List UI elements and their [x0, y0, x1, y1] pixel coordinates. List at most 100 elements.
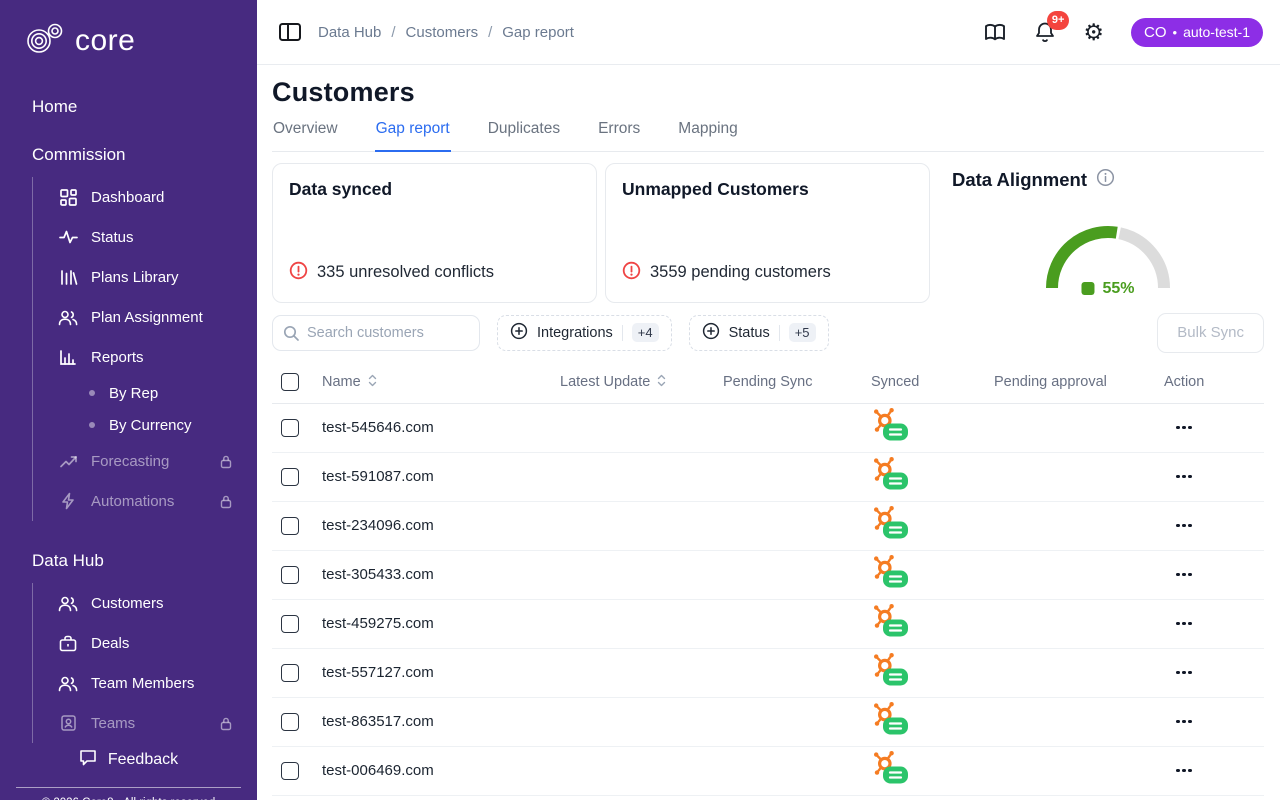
breadcrumb-data-hub[interactable]: Data Hub — [318, 24, 381, 41]
stats-row: Data synced 335 unresolved conflicts — [272, 163, 1264, 303]
sidebar-toggle-button[interactable] — [278, 21, 302, 43]
sidebar-item-by-currency[interactable]: By Currency — [33, 409, 243, 441]
sidebar-item-dashboard[interactable]: Dashboard — [33, 177, 243, 217]
table-row[interactable]: test-557127.com — [272, 649, 1264, 698]
synced-cell — [871, 652, 994, 693]
status-filter-chip[interactable]: Status +5 — [689, 315, 829, 351]
alert-text: 335 unresolved conflicts — [317, 263, 494, 282]
sidebar-item-label: Automations — [91, 493, 174, 510]
notifications-bell-icon[interactable]: 9+ — [1034, 21, 1056, 44]
table-row[interactable]: test-863517.com — [272, 698, 1264, 747]
notification-count-badge: 9+ — [1047, 11, 1070, 30]
alert-circle-icon — [622, 261, 641, 285]
customers-icon — [58, 595, 78, 612]
row-actions-button[interactable] — [1170, 468, 1198, 486]
row-actions-button[interactable] — [1170, 566, 1198, 584]
lock-icon — [219, 454, 233, 469]
sidebar-item-by-rep[interactable]: By Rep — [33, 377, 243, 409]
sidebar-item-customers[interactable]: Customers — [33, 583, 243, 623]
row-checkbox[interactable] — [281, 566, 299, 584]
topbar: Data Hub / Customers / Gap report — [257, 0, 1280, 65]
sidebar-item-label: Team Members — [91, 675, 194, 692]
topbar-actions: 9+ ⚙ CO • auto-test-1 — [983, 18, 1263, 47]
row-checkbox[interactable] — [281, 762, 299, 780]
hubspot-synced-icon — [871, 456, 911, 497]
sidebar-item-team-members[interactable]: Team Members — [33, 663, 243, 703]
integrations-filter-chip[interactable]: Integrations +4 — [497, 315, 672, 351]
table-row[interactable] — [272, 796, 1264, 801]
plus-circle-icon — [510, 322, 528, 344]
sidebar-item-plans-library[interactable]: Plans Library — [33, 257, 243, 297]
breadcrumb-customers[interactable]: Customers — [406, 24, 479, 41]
tab-errors[interactable]: Errors — [597, 120, 641, 151]
select-all-checkbox[interactable] — [281, 373, 299, 391]
docs-book-icon[interactable] — [983, 22, 1007, 43]
settings-gear-icon[interactable]: ⚙ — [1083, 21, 1104, 44]
row-actions-button[interactable] — [1170, 615, 1198, 633]
info-icon[interactable] — [1096, 168, 1115, 192]
sidebar-item-reports[interactable]: Reports — [33, 337, 243, 377]
tab-mapping[interactable]: Mapping — [677, 120, 738, 151]
sidebar-item-automations[interactable]: Automations — [33, 481, 243, 521]
row-checkbox[interactable] — [281, 615, 299, 633]
row-checkbox[interactable] — [281, 419, 299, 437]
feedback-button[interactable]: Feedback — [0, 743, 257, 777]
row-checkbox[interactable] — [281, 713, 299, 731]
bulk-sync-button[interactable]: Bulk Sync — [1157, 313, 1264, 353]
table-row[interactable]: test-234096.com — [272, 502, 1264, 551]
sort-icon — [366, 373, 379, 392]
table-row[interactable]: test-591087.com — [272, 453, 1264, 502]
sidebar-item-home[interactable]: Home — [32, 97, 243, 117]
core-logo[interactable]: core — [0, 20, 257, 61]
customer-name: test-305433.com — [322, 566, 560, 583]
sidebar-item-forecasting[interactable]: Forecasting — [33, 441, 243, 481]
tab-overview[interactable]: Overview — [272, 120, 339, 151]
sidebar-item-label: Customers — [91, 595, 164, 612]
column-header-action: Action — [1164, 374, 1264, 390]
core-logo-icon — [24, 20, 66, 61]
synced-cell — [871, 505, 994, 546]
search-box — [272, 315, 480, 351]
column-header-name[interactable]: Name — [322, 373, 560, 392]
data-alignment-gauge: 55% — [1028, 204, 1188, 299]
row-checkbox[interactable] — [281, 517, 299, 535]
row-checkbox[interactable] — [281, 468, 299, 486]
sidebar-section-data-hub[interactable]: Data Hub — [32, 551, 243, 571]
bullet-icon — [89, 390, 95, 396]
sidebar-item-teams[interactable]: Teams — [33, 703, 243, 743]
search-icon — [282, 324, 300, 347]
sidebar-section-commission[interactable]: Commission — [32, 145, 243, 165]
synced-cell — [871, 750, 994, 791]
tab-duplicates[interactable]: Duplicates — [487, 120, 561, 151]
account-badge[interactable]: CO • auto-test-1 — [1131, 18, 1263, 47]
sidebar-item-plan-assignment[interactable]: Plan Assignment — [33, 297, 243, 337]
sidebar-item-label: Forecasting — [91, 453, 169, 470]
tab-gap-report[interactable]: Gap report — [375, 120, 451, 152]
row-actions-button[interactable] — [1170, 664, 1198, 682]
row-actions-button[interactable] — [1170, 419, 1198, 437]
hubspot-synced-icon — [871, 554, 911, 595]
sidebar-item-label: Teams — [91, 715, 135, 732]
row-actions-button[interactable] — [1170, 762, 1198, 780]
column-header-latest-update[interactable]: Latest Update — [560, 373, 723, 392]
table-row[interactable]: test-305433.com — [272, 551, 1264, 600]
row-actions-button[interactable] — [1170, 517, 1198, 535]
customer-name: test-545646.com — [322, 419, 560, 436]
bullet-icon — [89, 422, 95, 428]
gauge-percent-label: 55% — [1102, 280, 1134, 298]
breadcrumb-gap-report[interactable]: Gap report — [502, 24, 574, 41]
sidebar-item-status[interactable]: Status — [33, 217, 243, 257]
table-row[interactable]: test-459275.com — [272, 600, 1264, 649]
synced-cell — [871, 456, 994, 497]
feedback-chat-icon — [79, 749, 97, 771]
row-actions-button[interactable] — [1170, 713, 1198, 731]
customer-name: test-557127.com — [322, 664, 560, 681]
table-row[interactable]: test-006469.com — [272, 747, 1264, 796]
row-checkbox[interactable] — [281, 664, 299, 682]
hubspot-synced-icon — [871, 652, 911, 693]
sidebar-item-deals[interactable]: Deals — [33, 623, 243, 663]
sidebar-item-label: By Currency — [109, 417, 192, 434]
search-input[interactable] — [272, 315, 480, 351]
chip-divider — [779, 325, 780, 341]
table-row[interactable]: test-545646.com — [272, 404, 1264, 453]
